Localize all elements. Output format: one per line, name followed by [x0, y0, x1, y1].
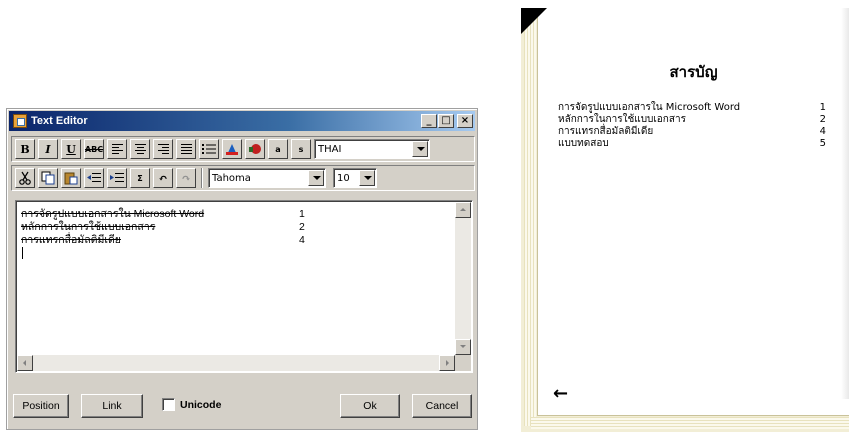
editor-line-page: 4: [299, 233, 305, 246]
outdent-icon: [87, 173, 101, 182]
underline-button[interactable]: U: [61, 139, 81, 159]
chevron-down-icon[interactable]: [412, 141, 428, 157]
paste-icon: [64, 172, 78, 185]
close-button[interactable]: ×: [457, 114, 473, 128]
book-page: สารบัญ การจัดรูปแบบเอกสารใน Microsoft Wo…: [537, 8, 849, 416]
editor-line-text: การแทรกสื่อมัลติมีเดีย: [21, 234, 121, 246]
ok-button[interactable]: Ok: [340, 394, 400, 418]
page-edge-left: [524, 18, 536, 426]
position-button[interactable]: Position: [13, 394, 69, 418]
font-size-value: 10: [337, 172, 350, 184]
unicode-label: Unicode: [180, 398, 222, 411]
language-select[interactable]: THAI: [314, 139, 430, 159]
bold-button[interactable]: B: [15, 139, 35, 159]
cancel-button[interactable]: Cancel: [412, 394, 472, 418]
increase-indent-button[interactable]: [107, 168, 127, 188]
text-caret: [22, 246, 23, 259]
font-name-select[interactable]: Tahoma: [208, 168, 326, 188]
decrease-indent-button[interactable]: [84, 168, 104, 188]
toolbar-separator: [201, 168, 203, 188]
toc-entry-page: 1: [819, 101, 826, 113]
maximize-button[interactable]: □: [438, 114, 454, 128]
bullet-list-button[interactable]: [199, 139, 219, 159]
unicode-option[interactable]: Unicode: [162, 398, 221, 411]
scroll-up-icon[interactable]: [455, 202, 471, 218]
toc-entry-text: แบบทดสอบ: [558, 137, 609, 149]
page-edge-bottom: [531, 417, 849, 429]
text-area[interactable]: การจัดรูปแบบเอกสารใน Microsoft Word 1 หล…: [15, 200, 473, 373]
sum-button[interactable]: Σ: [130, 168, 150, 188]
toc-entry-page: 5: [819, 137, 826, 149]
undo-button[interactable]: ↶: [153, 168, 173, 188]
align-center-button[interactable]: [130, 139, 150, 159]
editor-line-page: 1: [299, 207, 305, 220]
italic-button[interactable]: I: [38, 139, 58, 159]
toc-title: สารบัญ: [669, 63, 718, 81]
redo-button[interactable]: ↷: [176, 168, 196, 188]
font-name-value: Tahoma: [212, 172, 251, 184]
book-preview: สารบัญ การจัดรูปแบบเอกสารใน Microsoft Wo…: [521, 8, 849, 432]
cut-button[interactable]: [15, 168, 35, 188]
superscript-button[interactable]: a: [268, 139, 288, 159]
link-button[interactable]: Link: [81, 394, 143, 418]
align-center-icon: [134, 144, 146, 154]
font-size-select[interactable]: 10: [333, 168, 377, 188]
scroll-right-icon[interactable]: [439, 355, 455, 371]
align-right-icon: [157, 144, 169, 154]
vertical-scrollbar[interactable]: [455, 202, 471, 355]
highlight-button[interactable]: [245, 139, 265, 159]
window-title: Text Editor: [31, 115, 88, 127]
text-editor-window: Text Editor _ □ × B I U ABC a s THAI Σ ↶…: [6, 108, 478, 430]
justify-icon: [180, 144, 192, 154]
minimize-button[interactable]: _: [421, 114, 437, 128]
formatting-toolbar: B I U ABC a s THAI: [11, 136, 475, 162]
table-of-contents: การจัดรูปแบบเอกสารใน Microsoft Word 1 หล…: [558, 101, 826, 149]
editor-line: การแทรกสื่อมัลติมีเดีย 4: [21, 233, 450, 247]
scissors-icon: [19, 171, 31, 185]
chevron-down-icon[interactable]: [308, 170, 324, 186]
language-value: THAI: [318, 143, 342, 155]
edit-toolbar: Σ ↶ ↷ Tahoma 10: [11, 165, 475, 191]
back-arrow-icon[interactable]: ←: [553, 385, 568, 403]
scroll-down-icon[interactable]: [455, 339, 471, 355]
paste-button[interactable]: [61, 168, 81, 188]
align-right-button[interactable]: [153, 139, 173, 159]
indent-icon: [110, 173, 124, 182]
resize-grip[interactable]: [455, 355, 471, 371]
align-left-button[interactable]: [107, 139, 127, 159]
strikethrough-button[interactable]: ABC: [84, 139, 104, 159]
subscript-button[interactable]: s: [291, 139, 311, 159]
toc-entry[interactable]: แบบทดสอบ 5: [558, 137, 826, 149]
toc-entry-page: 4: [819, 125, 826, 137]
toc-entry-page: 2: [819, 113, 826, 125]
justify-button[interactable]: [176, 139, 196, 159]
text-color-icon: [226, 144, 238, 155]
text-color-button[interactable]: [222, 139, 242, 159]
horizontal-scrollbar[interactable]: [17, 355, 455, 371]
copy-icon: [41, 171, 55, 185]
title-bar[interactable]: Text Editor _ □ ×: [9, 111, 475, 131]
bullet-list-icon: [202, 144, 216, 154]
unicode-checkbox[interactable]: [162, 398, 175, 411]
copy-button[interactable]: [38, 168, 58, 188]
highlight-icon: [249, 144, 261, 154]
chevron-down-icon[interactable]: [359, 170, 375, 186]
align-left-icon: [111, 144, 123, 154]
editor-line-page: 2: [299, 220, 305, 233]
scroll-left-icon[interactable]: [17, 355, 33, 371]
app-icon: [13, 114, 27, 128]
page-corner: [521, 8, 547, 34]
